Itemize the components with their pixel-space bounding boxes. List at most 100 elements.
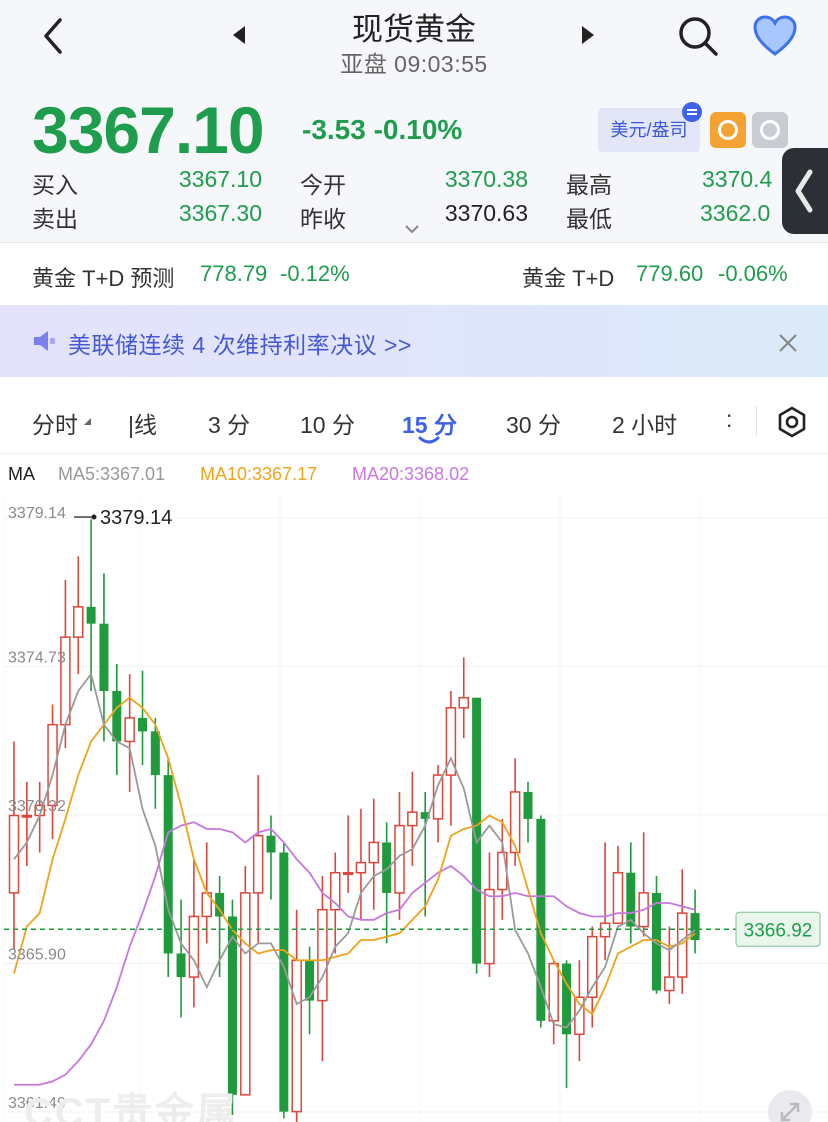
banner-text[interactable]: 美联储连续 4 次维持利率决议 >> xyxy=(68,326,412,360)
tab-more[interactable]: : xyxy=(726,406,732,433)
candle-up xyxy=(664,976,675,992)
candle-up xyxy=(355,861,367,874)
y-tick-label: 3374.73 xyxy=(8,649,66,666)
candle-up xyxy=(342,871,354,875)
candle-down xyxy=(279,852,289,1112)
td-forecast-change: -0.12% xyxy=(280,261,350,286)
max-marker-dot xyxy=(91,514,97,520)
ma10-value: MA10:3367.17 xyxy=(200,464,318,484)
side-chevron-icon xyxy=(795,169,813,213)
td-forecast-name[interactable]: 黄金 T+D 预测 xyxy=(32,261,174,293)
last-price: 3367.10 xyxy=(32,93,265,167)
candle-up xyxy=(484,888,495,965)
y-tick-label: 3365.90 xyxy=(8,947,66,964)
candle-up xyxy=(548,962,559,1022)
open-label: 今开 xyxy=(300,172,346,198)
period-tabs: 分时 |线 3 分 10 分 15 分 30 分 2 小时 : xyxy=(0,392,828,454)
td-price: 779.60 xyxy=(636,261,704,286)
active-tab-indicator xyxy=(418,436,440,444)
candle-up xyxy=(368,841,380,864)
settings-hexagon-icon[interactable] xyxy=(776,406,808,438)
prev-close-label: 昨收 xyxy=(300,206,346,232)
candle-down xyxy=(86,606,96,624)
price-change: -3.53 -0.10% xyxy=(302,114,463,145)
candle-up xyxy=(612,871,624,924)
side-drawer-tab[interactable] xyxy=(782,148,828,234)
candle-down xyxy=(176,953,186,978)
candle-up xyxy=(240,892,251,1096)
candle-up xyxy=(73,606,84,638)
ma5-value: MA5:3367.01 xyxy=(58,464,166,484)
candle-down xyxy=(626,872,636,927)
open-value: 3370.38 xyxy=(444,166,528,192)
candle-down xyxy=(305,960,315,1001)
session-time: 亚盘 09:03:55 xyxy=(340,51,488,77)
tab-15min[interactable]: 15 分 xyxy=(402,406,457,440)
candle-down xyxy=(138,717,147,732)
tab-separator xyxy=(756,406,757,436)
ask-label: 卖出 xyxy=(32,206,78,232)
candles xyxy=(8,519,700,1122)
candle-down xyxy=(266,835,276,853)
ma-label[interactable]: MA xyxy=(8,464,35,485)
low-label: 最低 xyxy=(566,206,612,232)
news-banner[interactable]: 美联储连续 4 次维持利率决议 >> xyxy=(0,305,828,377)
expand-chevron-icon[interactable] xyxy=(404,224,420,234)
y-tick-label: 3370.32 xyxy=(8,798,66,815)
caret-icon xyxy=(84,418,91,425)
max-marker-label: 3379.14 xyxy=(100,507,172,529)
prev-instrument-icon[interactable] xyxy=(233,26,245,44)
candle-up xyxy=(21,814,33,818)
candle-up xyxy=(407,811,418,827)
page-title: 现货黄金 xyxy=(352,12,476,47)
tab-2hour[interactable]: 2 小时 xyxy=(612,406,677,440)
prev-close-value: 3370.63 xyxy=(444,200,528,226)
refresh-icon[interactable] xyxy=(710,112,746,148)
watermark-text: CCT贵金属 xyxy=(24,1091,239,1122)
chart-grid xyxy=(3,494,828,1122)
candle-up xyxy=(509,791,521,854)
tab-10min[interactable]: 10 分 xyxy=(300,406,355,440)
y-tick-label: 3379.14 xyxy=(8,505,66,522)
candle-down xyxy=(99,623,109,691)
next-instrument-icon[interactable] xyxy=(582,26,594,44)
candle-up xyxy=(291,959,302,1113)
fullscreen-button[interactable] xyxy=(768,1090,812,1122)
candle-down xyxy=(112,690,122,742)
speaker-icon xyxy=(34,331,55,351)
candle-down xyxy=(382,842,392,893)
tab-3min[interactable]: 3 分 xyxy=(208,406,250,440)
candle-up xyxy=(317,908,328,1002)
td-change: -0.06% xyxy=(718,261,788,286)
tab-kline[interactable]: |线 xyxy=(128,406,157,440)
candle-up xyxy=(124,717,135,743)
ask-value: 3367.30 xyxy=(178,200,262,226)
td-forecast-price: 778.79 xyxy=(200,261,268,286)
expand-icon xyxy=(780,1102,800,1122)
candlestick-chart[interactable]: 3366.923379.143374.733370.323365.903361.… xyxy=(0,494,828,1122)
td-name[interactable]: 黄金 T+D xyxy=(522,261,614,293)
candle-down xyxy=(150,731,160,776)
watermark-logo: CCT贵金属 xyxy=(24,1080,238,1122)
favorite-heart-icon[interactable] xyxy=(752,14,798,58)
candle-up xyxy=(458,696,469,709)
candle-up xyxy=(252,834,264,894)
related-quotes-row: 黄金 T+D 预测 778.79 -0.12% 黄金 T+D 779.60 -0… xyxy=(0,243,828,305)
exchange-icon[interactable] xyxy=(752,112,788,148)
bid-label: 买入 xyxy=(32,172,78,198)
candle-down xyxy=(163,775,173,954)
swap-badge-icon xyxy=(682,102,702,122)
search-icon[interactable] xyxy=(676,14,720,58)
tab-30min[interactable]: 30 分 xyxy=(506,406,561,440)
close-icon[interactable] xyxy=(778,333,798,353)
back-chevron-icon[interactable] xyxy=(38,16,72,56)
candle-down xyxy=(523,791,533,819)
high-label: 最高 xyxy=(566,172,612,198)
bid-value: 3367.10 xyxy=(178,166,262,192)
current-price-label: 3366.92 xyxy=(744,920,813,941)
ma-legend: MA MA5:3367.01 MA10:3367.17 MA20:3368.02 xyxy=(0,456,828,494)
tab-intraday[interactable]: 分时 xyxy=(32,406,78,440)
quote-panel: 3367.10 -3.53 -0.10% 美元/盎司 买入 3367.10 今开… xyxy=(0,90,828,242)
ma20-value: MA20:3368.02 xyxy=(352,464,470,484)
nav-bar: 现货黄金 亚盘 09:03:55 xyxy=(0,0,828,90)
